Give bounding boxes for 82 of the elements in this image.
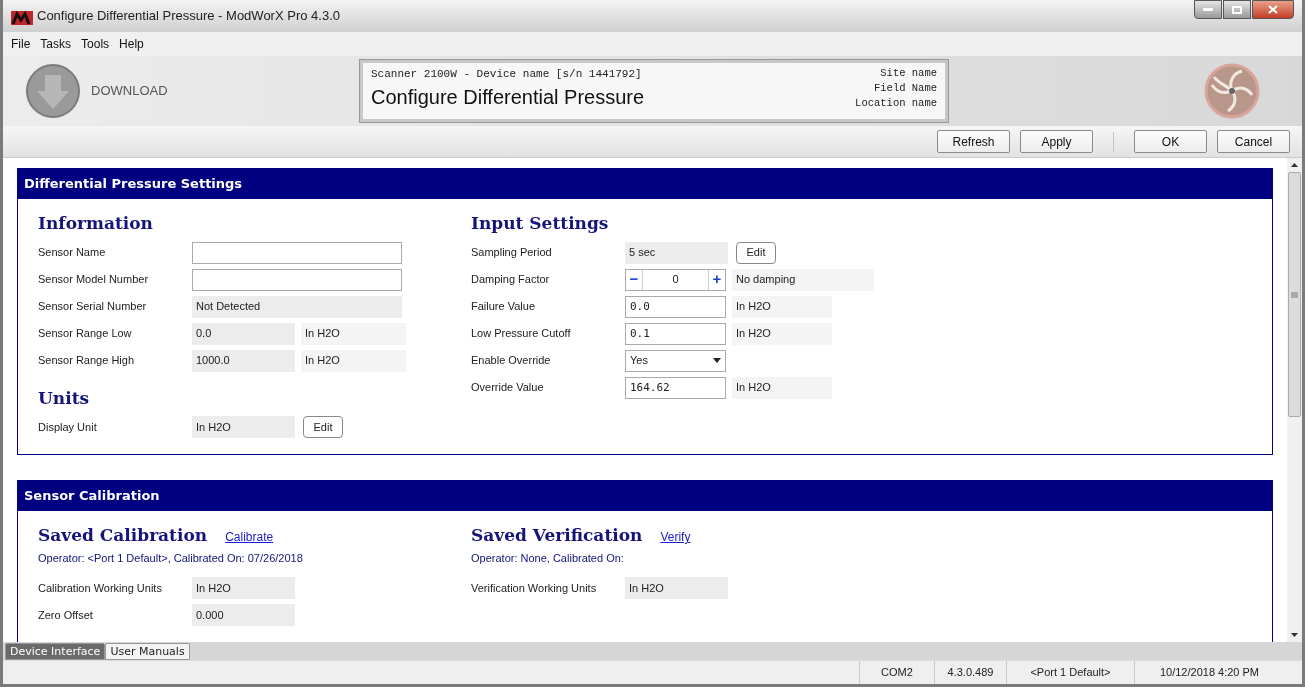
operator-text: Operator: <Port 1 Default>, Calibrated On: 07/26/2018 [38, 550, 304, 566]
menu-item[interactable]: Tools [81, 35, 110, 53]
section-header: Differential Pressure Settings [18, 169, 1272, 199]
page-title: Configure Differential Pressure [371, 84, 646, 110]
status-item: 4.3.0.489 [934, 661, 1006, 684]
menu-item[interactable]: Tasks [40, 35, 72, 53]
dropdown-caret-icon [713, 358, 721, 363]
link[interactable]: Calibrate [225, 528, 274, 546]
maximize-icon [1232, 5, 1242, 14]
location-name: Location name [855, 96, 937, 111]
operator-text: Operator: None, Calibrated On: [471, 550, 625, 566]
field-label: Low Pressure Cutoff [471, 326, 572, 342]
stepper-value: 0 [671, 272, 680, 288]
close-icon [1268, 5, 1278, 14]
readonly-value: Not Detected [192, 295, 402, 318]
field-label: Sensor Range Low [38, 326, 133, 342]
stepper-field[interactable]: − 0 + [625, 268, 726, 291]
field-label: Zero Offset [38, 607, 94, 623]
readonly-value: 5 sec [625, 241, 728, 264]
bottom-tab[interactable]: User Manuals [105, 643, 190, 660]
group-heading: Input Settings [471, 212, 609, 235]
readonly-value: In H2O [192, 416, 295, 438]
input-field[interactable]: 0.0 [625, 295, 726, 318]
maximize-button[interactable] [1223, 0, 1251, 19]
unit-label: In H2O [732, 295, 832, 318]
readonly-value: 0.000 [192, 604, 295, 626]
toolbar-button[interactable]: OK [1134, 130, 1207, 153]
section-header: Sensor Calibration [18, 481, 1272, 511]
download-button[interactable]: DOWNLOAD [91, 81, 168, 101]
unit-label: In H2O [301, 349, 406, 372]
minimize-icon [1203, 7, 1213, 12]
field-label: Verification Working Units [471, 580, 598, 596]
field-label: Sensor Range High [38, 353, 135, 369]
edit-button[interactable]: Edit [303, 416, 343, 438]
menu-item[interactable]: File [11, 35, 31, 53]
site-name: Site name [880, 66, 937, 81]
readonly-value: In H2O [625, 577, 728, 599]
group-heading: Units [38, 386, 90, 410]
unit-label: In H2O [732, 322, 832, 345]
group-heading: Saved Calibration [38, 524, 208, 547]
field-label: Enable Override [471, 353, 552, 369]
menu-item[interactable]: Help [119, 35, 144, 53]
field-label: Calibration Working Units [38, 580, 163, 596]
readonly-value: 0.0 [192, 322, 295, 345]
device-name: Scanner 2100W - Device name [s/n 1441792] [371, 67, 643, 82]
readonly-value: In H2O [192, 577, 295, 599]
toolbar-button[interactable]: Apply [1020, 130, 1093, 153]
window-title: Configure Differential Pressure - ModWorX Pro 4.3.0 [37, 7, 340, 26]
field-label: Failure Value [471, 299, 536, 315]
unit-label: In H2O [732, 376, 832, 399]
input-field[interactable]: 164.62 [625, 376, 726, 399]
input-field[interactable] [192, 241, 402, 264]
unit-label: In H2O [301, 322, 406, 345]
fan-icon [1204, 63, 1260, 119]
status-item: <Port 1 Default> [1006, 661, 1134, 684]
scrollbar-thumb[interactable] [1288, 172, 1301, 417]
unit-label: No damping [732, 268, 874, 291]
status-item: 10/12/2018 4:20 PM [1134, 661, 1284, 684]
group-heading: Information [38, 212, 153, 235]
group-heading: Saved Verification [471, 524, 643, 547]
field-label: Override Value [471, 380, 545, 396]
dropdown[interactable]: Yes [625, 349, 726, 372]
field-label: Display Unit [38, 419, 98, 435]
toolbar-button[interactable]: Refresh [937, 130, 1010, 153]
input-field[interactable] [192, 268, 402, 291]
field-label: Sensor Model Number [38, 272, 150, 288]
input-field[interactable]: 0.1 [625, 322, 726, 345]
grip-icon [1291, 291, 1298, 298]
field-name: Field Name [874, 81, 937, 96]
field-label: Sensor Name [38, 245, 107, 261]
field-label: Damping Factor [471, 272, 551, 288]
scrollbar[interactable] [1287, 158, 1302, 642]
status-item: COM2 [859, 661, 934, 684]
field-label: Sampling Period [471, 245, 553, 261]
bottom-tab[interactable]: Device Interface [5, 643, 106, 660]
minimize-button[interactable] [1194, 0, 1222, 19]
close-button[interactable] [1252, 0, 1294, 19]
edit-button[interactable]: Edit [736, 241, 776, 264]
link[interactable]: Verify [660, 528, 691, 546]
toolbar-button[interactable]: Cancel [1217, 130, 1290, 153]
readonly-value: 1000.0 [192, 349, 295, 372]
field-label: Sensor Serial Number [38, 299, 148, 315]
